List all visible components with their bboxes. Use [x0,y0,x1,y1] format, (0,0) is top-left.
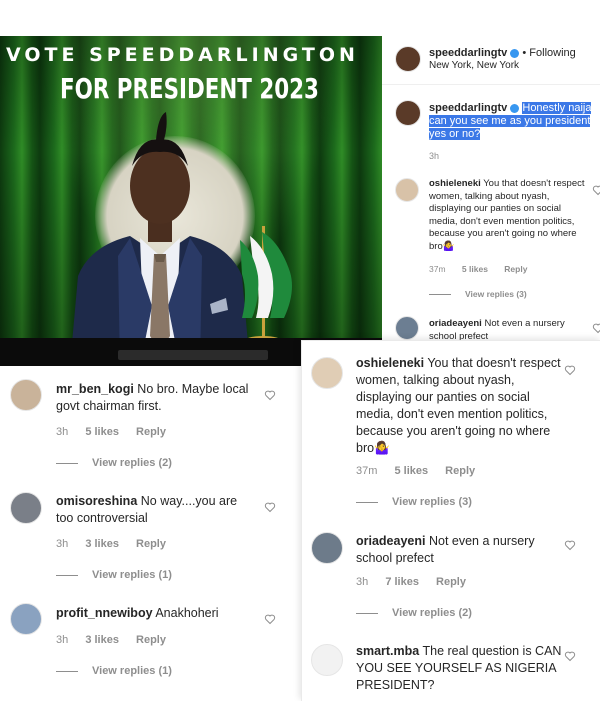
view-replies-label[interactable]: View replies (3) [465,289,527,299]
comment-avatar[interactable] [311,357,343,389]
poster-podium [118,350,268,360]
poster-headline: VOTE SPEEDDARLINGTON [6,44,359,66]
verified-badge-icon [510,103,520,113]
comment-time: 3h [56,634,69,646]
caption-avatar[interactable] [395,100,421,126]
view-replies-label[interactable]: View replies (2) [92,457,172,469]
replies-divider [356,612,378,614]
view-replies-label[interactable]: View replies (2) [392,607,472,619]
comment-text: You that doesn't respect women, talking … [429,178,585,252]
caption-time: 3h [429,151,440,161]
replies-divider [429,294,451,296]
reply-button[interactable]: Reply [136,538,166,550]
comments-overlay: oshieleneki You that doesn't respect wom… [301,340,600,701]
view-replies-link[interactable]: View replies (2) [56,457,172,469]
replies-divider [56,670,78,672]
view-replies-label[interactable]: View replies (1) [92,569,172,581]
comment-likes[interactable]: 5 likes [394,465,428,477]
comment-avatar[interactable] [10,492,42,524]
reply-button[interactable]: Reply [136,426,166,438]
author-avatar[interactable] [395,46,421,72]
comment-avatar[interactable] [311,644,343,676]
heart-outline-icon[interactable] [564,364,576,376]
comment-username[interactable]: oshieleneki [356,356,424,370]
comment-likes[interactable]: 5 likes [85,426,119,438]
comment-time: 3h [356,576,369,588]
view-replies-label[interactable]: View replies (3) [392,496,472,508]
follow-status[interactable]: • Following [522,47,575,59]
post-image: VOTE SPEEDDARLINGTON FOR PRESIDENT 2023 [0,36,382,366]
comment-time: 37m [429,264,446,274]
comment-likes[interactable]: 3 likes [85,634,119,646]
view-replies-link[interactable]: View replies (1) [56,665,172,677]
comment-username[interactable]: oshieleneki [429,178,481,189]
comment-time: 37m [356,465,378,477]
comment-likes[interactable]: 5 likes [462,264,488,274]
comment-avatar[interactable] [395,316,419,340]
comment-username[interactable]: omisoreshina [56,494,137,508]
replies-divider [56,574,78,576]
header-divider [382,84,600,85]
comment-avatar[interactable] [10,379,42,411]
view-replies-link[interactable]: View replies (2) [356,607,472,619]
heart-outline-icon[interactable] [592,184,600,196]
comment-time: 3h [56,426,69,438]
heart-outline-icon[interactable] [592,322,600,334]
author-username[interactable]: speeddarlingtv [429,47,507,59]
comment-time: 3h [56,538,69,550]
comment-text: Anakhoheri [155,606,219,620]
nigeria-flag [240,232,292,318]
view-replies-link[interactable]: View replies (1) [56,569,172,581]
heart-outline-icon[interactable] [564,650,576,662]
post-location[interactable]: New York, New York [429,60,519,71]
heart-outline-icon[interactable] [264,613,276,625]
comment-avatar[interactable] [395,178,419,202]
heart-outline-icon[interactable] [264,389,276,401]
poster-subheadline: FOR PRESIDENT 2023 [60,72,319,105]
view-replies-link[interactable]: View replies (3) [356,496,472,508]
heart-outline-icon[interactable] [564,539,576,551]
comment-username[interactable]: oriadeayeni [429,318,482,329]
comment-username[interactable]: mr_ben_kogi [56,382,134,396]
view-replies-label[interactable]: View replies (1) [92,665,172,677]
reply-button[interactable]: Reply [136,634,166,646]
comment-text: You that doesn't respect women, talking … [356,356,561,455]
heart-outline-icon[interactable] [264,501,276,513]
replies-divider [356,501,378,503]
reply-button[interactable]: Reply [436,576,466,588]
view-replies-link[interactable]: View replies (3) [429,289,527,299]
comment-avatar[interactable] [311,532,343,564]
caption-username[interactable]: speeddarlingtv [429,102,507,114]
reply-button[interactable]: Reply [445,465,475,477]
comment-avatar[interactable] [10,603,42,635]
comment-username[interactable]: profit_nnewiboy [56,606,153,620]
verified-badge-icon [510,48,520,58]
comment-likes[interactable]: 7 likes [385,576,419,588]
comment-username[interactable]: smart.mba [356,644,419,658]
reply-button[interactable]: Reply [504,264,527,274]
replies-divider [56,462,78,464]
comment-username[interactable]: oriadeayeni [356,534,425,548]
candidate-portrait [70,112,250,366]
comment-likes[interactable]: 3 likes [85,538,119,550]
post-sidebar: speeddarlingtv • Following New York, New… [382,36,600,350]
